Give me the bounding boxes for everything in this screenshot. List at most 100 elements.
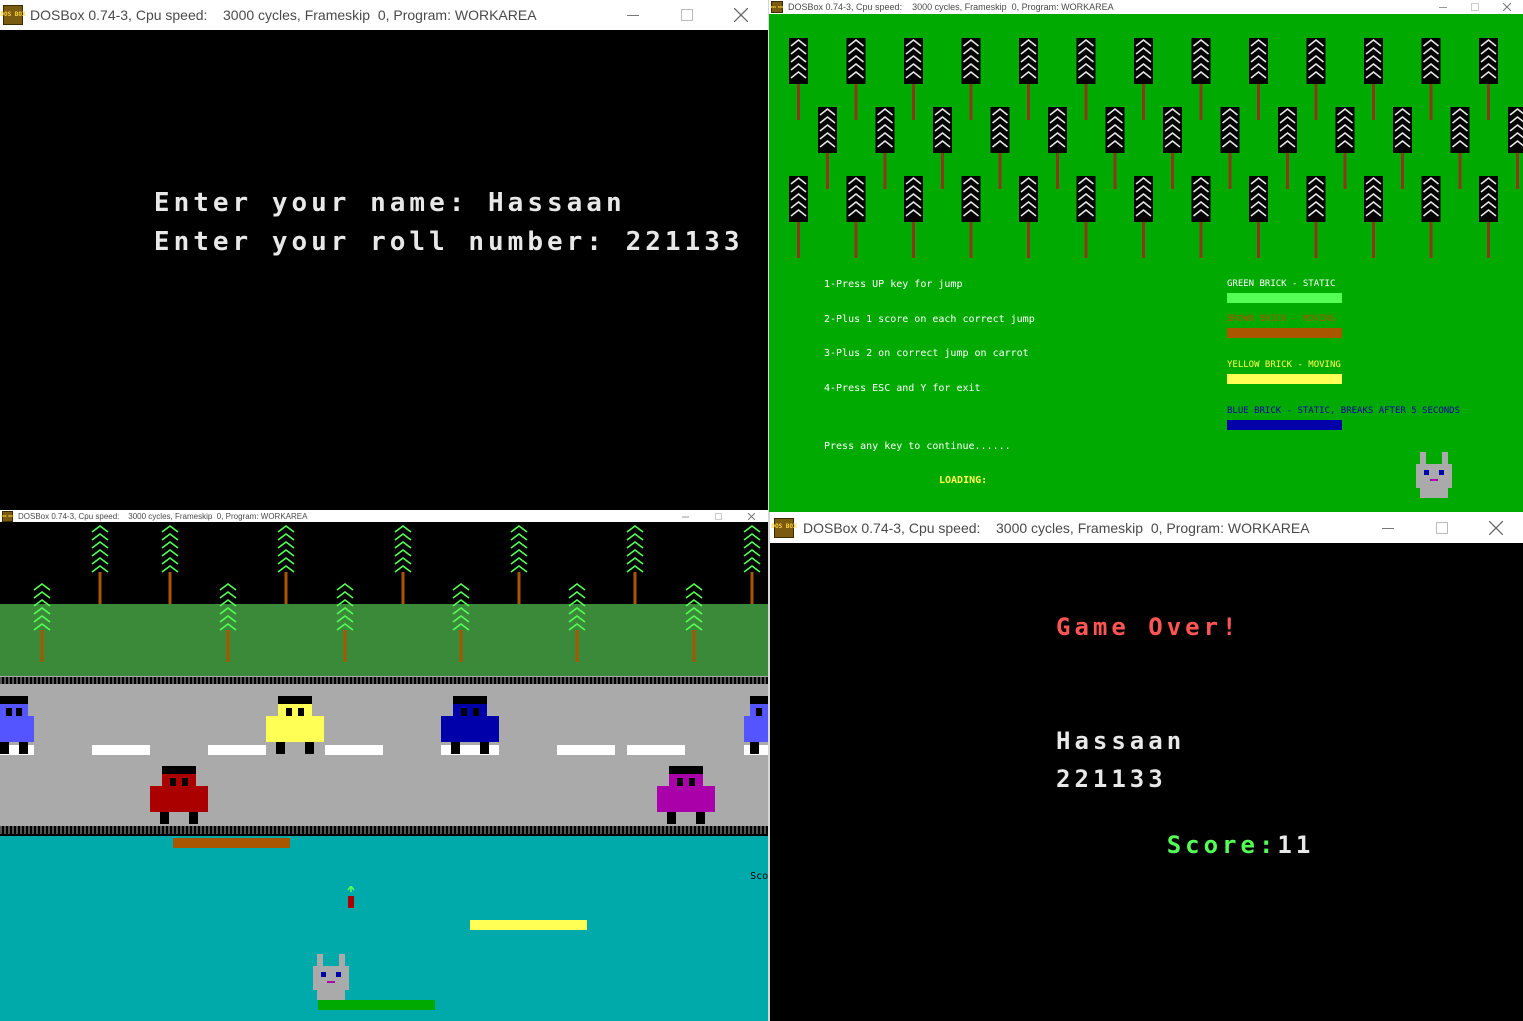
minimize-button[interactable] — [669, 510, 702, 522]
window-title: DOSBox 0.74-3, Cpu speed: 3000 cycles, F… — [803, 519, 1310, 536]
dosbox-app-icon: DOS BOX — [771, 1, 783, 13]
dos-screen[interactable]: Game Over! Hassaan 221133 Score:11 — [770, 543, 1523, 1021]
dosbox-app-icon: DOS BOX — [771, 517, 797, 538]
pine-tree — [394, 525, 412, 604]
player-name: Hassaan — [1056, 727, 1186, 755]
road-rail-top — [0, 676, 768, 684]
pine-tree — [875, 107, 895, 189]
window-title: DOSBox 0.74-3, Cpu speed: 3000 cycles, F… — [30, 7, 537, 23]
score-label: Score: — [750, 871, 768, 882]
legend-brown-label: BROWN BRICK - MOVING — [1227, 314, 1336, 324]
window-titlebar[interactable]: DOS BOX DOSBox 0.74-3, Cpu speed: 3000 c… — [0, 510, 768, 522]
dos-screen[interactable]: 1-Press UP key for jump 2-Plus 1 score o… — [769, 14, 1523, 512]
legend-blue-brick — [1227, 420, 1342, 430]
maximize-icon — [715, 512, 722, 520]
dosbox-window-instructions: DOS BOX DOSBox 0.74-3, Cpu speed: 3000 c… — [769, 0, 1523, 512]
rabbit-sprite — [313, 954, 349, 1000]
legend-yellow-brick — [1227, 374, 1342, 384]
maximize-button[interactable] — [1415, 512, 1469, 543]
brown-brick — [173, 838, 290, 848]
window-titlebar[interactable]: DOS BOX DOSBox 0.74-3, Cpu speed: 3000 c… — [770, 512, 1523, 543]
pine-tree — [1048, 107, 1067, 189]
instruction-carrot: 3-Plus 2 on correct jump on carrot — [824, 348, 1029, 359]
pine-tree — [685, 583, 703, 662]
window-title: DOSBox 0.74-3, Cpu speed: 3000 cycles, F… — [18, 511, 308, 521]
minimize-button[interactable] — [606, 0, 660, 30]
close-icon — [748, 512, 755, 520]
pine-tree — [1163, 107, 1182, 189]
pine-tree — [1105, 107, 1125, 189]
close-button[interactable] — [714, 0, 768, 30]
dos-screen[interactable]: Enter your name: Hassaan Enter your roll… — [0, 30, 768, 512]
pine-tree — [626, 525, 644, 604]
pine-tree — [1479, 38, 1498, 120]
pine-tree — [1249, 38, 1268, 120]
pine-tree — [1508, 107, 1523, 189]
lane-marking — [92, 745, 150, 755]
pine-tree-forest — [789, 38, 1523, 258]
lane-marking — [208, 745, 266, 755]
minimize-icon — [1439, 7, 1447, 8]
pine-tree — [789, 176, 808, 258]
pine-tree — [510, 525, 528, 604]
pine-tree — [1134, 176, 1153, 258]
pine-tree — [846, 176, 866, 258]
yellow-brick — [470, 920, 587, 930]
minimize-button[interactable] — [1427, 0, 1459, 14]
pine-tree — [1278, 107, 1297, 189]
window-title: DOSBox 0.74-3, Cpu speed: 3000 cycles, F… — [788, 2, 1114, 12]
car-body-top — [0, 704, 28, 716]
pine-tree — [904, 38, 923, 120]
maximize-button[interactable] — [702, 510, 735, 522]
player-roll-number: 221133 — [1056, 765, 1167, 793]
pine-tree — [1249, 176, 1268, 258]
window-titlebar[interactable]: DOS BOX DOSBox 0.74-3, Cpu speed: 3000 c… — [0, 0, 768, 30]
close-button[interactable] — [735, 510, 768, 522]
car — [150, 766, 208, 824]
pine-tree — [846, 38, 866, 120]
car — [0, 696, 34, 754]
dos-screen[interactable]: Score: 0 — [0, 522, 768, 1021]
pine-tree — [818, 107, 837, 189]
roll-input-value[interactable]: 221133 — [626, 227, 744, 257]
instruction-exit: 4-Press ESC and Y for exit — [824, 383, 981, 394]
close-button[interactable] — [1491, 0, 1523, 14]
pine-tree — [452, 583, 470, 662]
pine-tree — [1364, 38, 1383, 120]
legend-yellow-label: YELLOW BRICK - MOVING — [1227, 360, 1341, 370]
pine-tree — [1393, 107, 1412, 189]
legend-blue-label: BLUE BRICK - STATIC, BREAKS AFTER 5 SECO… — [1227, 406, 1460, 416]
pine-tree — [336, 583, 354, 662]
rabbit-sprite — [1416, 452, 1452, 498]
dosbox-window-gameplay: DOS BOX DOSBox 0.74-3, Cpu speed: 3000 c… — [0, 510, 768, 1021]
car — [744, 696, 768, 754]
final-score-value: 11 — [1277, 831, 1315, 859]
pine-tree — [1450, 107, 1470, 189]
lane-marking — [627, 745, 685, 755]
pine-tree — [1335, 107, 1355, 189]
pine-tree — [1019, 38, 1038, 120]
maximize-button[interactable] — [660, 0, 714, 30]
pine-tree — [1364, 176, 1383, 258]
pine-tree — [1306, 38, 1326, 120]
dosbox-window-name-entry: DOS BOX DOSBox 0.74-3, Cpu speed: 3000 c… — [0, 0, 768, 512]
window-titlebar[interactable]: DOS BOX DOSBox 0.74-3, Cpu speed: 3000 c… — [769, 0, 1523, 14]
dosbox-app-icon: DOS BOX — [0, 5, 26, 25]
final-score: Score:11 — [1056, 803, 1314, 887]
roll-prompt-line: Enter your roll number: 221133 — [36, 197, 744, 287]
pine-tree — [1134, 38, 1153, 120]
pine-tree — [789, 38, 808, 120]
maximize-icon — [681, 9, 693, 21]
close-button[interactable] — [1469, 512, 1523, 543]
pine-tree — [933, 107, 952, 189]
car — [441, 696, 499, 754]
carrot-sprite — [347, 886, 355, 908]
maximize-button[interactable] — [1459, 0, 1491, 14]
score-display: Score: 0 — [714, 860, 768, 893]
lane-marking — [557, 745, 615, 755]
pine-tree — [1191, 176, 1211, 258]
close-icon — [1489, 520, 1503, 535]
roll-prompt-label: Enter your roll number: — [153, 227, 626, 257]
pine-tree — [1421, 176, 1441, 258]
minimize-button[interactable] — [1361, 512, 1415, 543]
